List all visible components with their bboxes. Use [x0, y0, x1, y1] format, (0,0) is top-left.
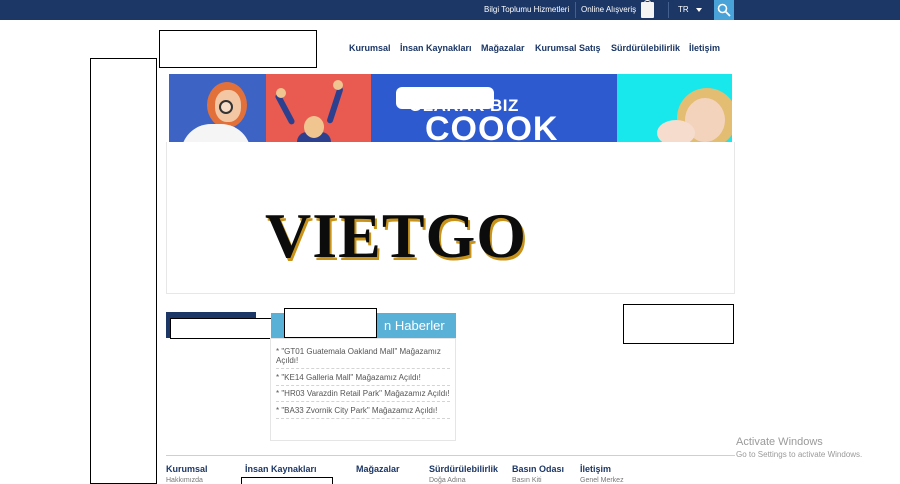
footer-heading-insan-kaynaklari[interactable]: İnsan Kaynakları [245, 464, 317, 474]
redacted-box [623, 304, 734, 344]
footer-heading-iletisim[interactable]: İletişim [580, 464, 611, 474]
watermark-subtitle: Go to Settings to activate Windows. [736, 450, 863, 459]
nav-iletisim[interactable]: İletişim [689, 43, 720, 53]
nav-kurumsal-satis[interactable]: Kurumsal Satış [535, 43, 601, 53]
watermark-title: Activate Windows [736, 436, 823, 448]
magnifier-icon [219, 100, 233, 114]
top-bar-divider [668, 2, 669, 18]
news-item[interactable]: * "HR03 Varazdin Retail Park" Mağazamız … [276, 389, 452, 398]
search-icon [717, 3, 731, 17]
shopping-bag-icon[interactable] [641, 0, 654, 18]
link-online-alisveris[interactable]: Online Alışveriş [581, 0, 636, 20]
nav-surdurulebilirlik[interactable]: Sürdürülebilirlik [611, 43, 680, 53]
activation-watermark: Activate Windows Go to Settings to activ… [736, 436, 862, 459]
footer-link[interactable]: Genel Merkez [580, 477, 624, 484]
footer-link[interactable]: Doğa Adına [429, 477, 466, 484]
nav-magazalar[interactable]: Mağazalar [481, 43, 525, 53]
search-button[interactable] [714, 0, 734, 20]
link-bilgi-toplumu[interactable]: Bilgi Toplumu Hizmetleri [484, 0, 569, 20]
top-bar-divider [575, 2, 576, 18]
footer-heading-basin-odasi[interactable]: Basın Odası [512, 464, 564, 474]
banner-child [304, 116, 324, 138]
chevron-down-icon[interactable] [696, 8, 702, 12]
footer-link[interactable]: Hakkımızda [166, 477, 203, 484]
banner-baby [657, 120, 695, 142]
banner-redacted [396, 87, 494, 109]
nav-kurumsal[interactable]: Kurumsal [349, 43, 391, 53]
redacted-box [284, 308, 377, 338]
footer-divider [166, 455, 735, 456]
footer-heading-kurumsal[interactable]: Kurumsal [166, 464, 208, 474]
news-item[interactable]: * "GT01 Guatemala Oakland Mall" Mağazamı… [276, 347, 452, 365]
brand-watermark-text: VIETGO [265, 200, 528, 271]
news-item[interactable]: * "KE14 Galleria Mall" Mağazamız Açıldı! [276, 373, 452, 382]
top-bar: Bilgi Toplumu Hizmetleri Online Alışveri… [0, 0, 900, 20]
footer-link[interactable]: Basın Kiti [512, 477, 542, 484]
side-redacted-panel [90, 58, 157, 484]
footer-heading-magazalar[interactable]: Mağazalar [356, 464, 400, 474]
footer-heading-surdurulebilirlik[interactable]: Sürdürülebilirlik [429, 464, 498, 474]
news-item[interactable]: * "BA33 Zvornik City Park" Mağazamız Açı… [276, 406, 452, 415]
redacted-box [170, 318, 273, 339]
logo-redacted[interactable] [159, 30, 317, 68]
banner-subheadline: COOOK [425, 110, 559, 142]
language-selector[interactable]: TR [678, 0, 689, 20]
news-title: n Haberler [384, 318, 445, 333]
nav-insan-kaynaklari[interactable]: İnsan Kaynakları [400, 43, 472, 53]
redacted-box [241, 477, 333, 484]
